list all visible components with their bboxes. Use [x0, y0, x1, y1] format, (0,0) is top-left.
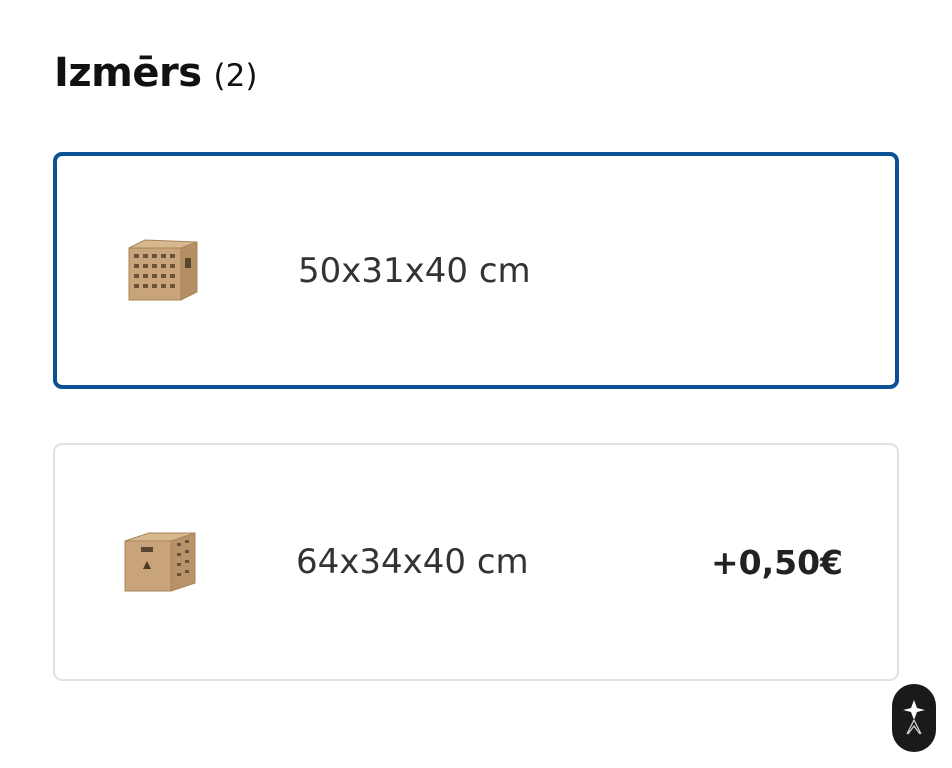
size-label: 50x31x40 cm: [298, 250, 531, 291]
section-title: Izmērs: [54, 50, 202, 96]
size-option-50x31x40[interactable]: 50x31x40 cm: [53, 152, 899, 389]
assistant-logo-icon: [903, 700, 925, 735]
cardboard-box-icon: [128, 239, 198, 301]
size-option-64x34x40[interactable]: 64x34x40 cm +0,50€: [53, 443, 899, 681]
section-heading: Izmērs (2): [54, 50, 257, 96]
cardboard-box-icon: [124, 532, 196, 592]
assistant-floating-button[interactable]: [892, 684, 936, 752]
price-label: +0,50€: [710, 542, 843, 582]
size-selector-page: Izmērs (2) 50x31x40 cm 64x34x40 cm +0,50…: [0, 0, 952, 768]
size-label: 64x34x40 cm: [296, 542, 529, 582]
section-count: (2): [213, 58, 258, 94]
